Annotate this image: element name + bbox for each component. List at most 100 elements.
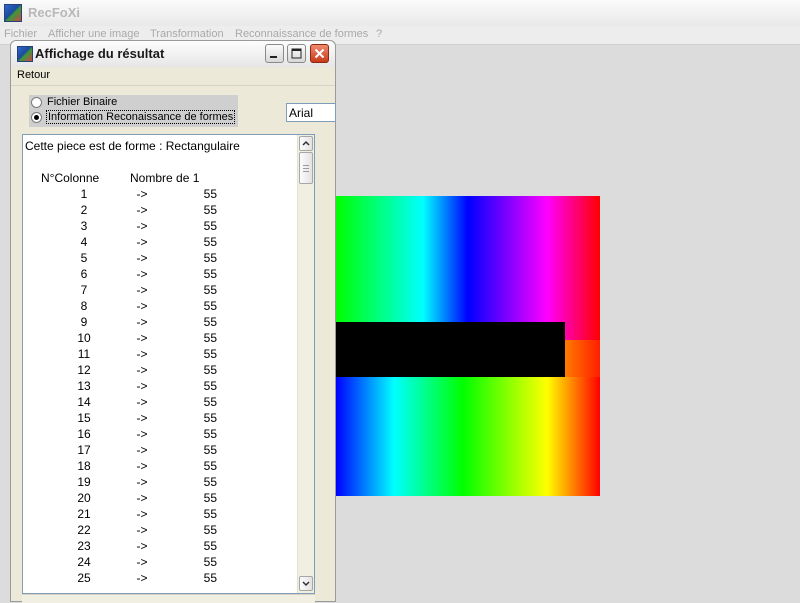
table-row: 2 -> 55 — [23, 203, 298, 219]
column-number-cell: 14 — [77, 395, 91, 409]
count-cell: 55 — [203, 571, 217, 585]
count-cell: 55 — [203, 491, 217, 505]
close-icon — [314, 48, 325, 59]
scroll-down-arrow-icon — [302, 581, 310, 587]
app-title: RecFoXi — [28, 5, 81, 20]
table-row: 7 -> 55 — [23, 283, 298, 299]
radio-button-checked[interactable] — [31, 112, 42, 123]
column-number-cell: 8 — [80, 299, 88, 313]
vertical-scrollbar[interactable] — [297, 135, 314, 593]
column-number-cell: 19 — [77, 475, 91, 489]
count-cell: 55 — [203, 539, 217, 553]
minimize-icon — [270, 56, 277, 58]
arrow-cell: -> — [136, 347, 148, 361]
menu-help[interactable]: ? — [376, 28, 382, 40]
horizontal-scrollbar[interactable] — [22, 594, 315, 603]
arrow-cell: -> — [136, 571, 148, 585]
menu-reconnaissance-de-formes[interactable]: Reconnaissance de formes — [235, 28, 368, 40]
table-row: 3 -> 55 — [23, 219, 298, 235]
arrow-cell: -> — [136, 427, 148, 441]
arrow-cell: -> — [136, 235, 148, 249]
arrow-cell: -> — [136, 203, 148, 217]
radio-information-reconnaissance[interactable]: Information Reconaissance de formes — [31, 110, 236, 126]
radio-fichier-binaire[interactable]: Fichier Binaire — [31, 96, 236, 111]
arrow-cell: -> — [136, 523, 148, 537]
table-row: 1 -> 55 — [23, 187, 298, 203]
app-titlebar: RecFoXi — [0, 0, 800, 27]
table-row: 13 -> 55 — [23, 379, 298, 395]
menu-transformation[interactable]: Transformation — [150, 28, 224, 40]
column-number-cell: 24 — [77, 555, 91, 569]
column-number-cell: 12 — [77, 363, 91, 377]
image-display — [336, 196, 600, 496]
scroll-up-arrow-icon — [302, 140, 310, 146]
result-text-area[interactable]: Cette piece est de forme : Rectangulaire… — [22, 134, 315, 594]
arrow-cell: -> — [136, 219, 148, 233]
table-row: 10 -> 55 — [23, 331, 298, 347]
arrow-cell: -> — [136, 475, 148, 489]
count-cell: 55 — [203, 267, 217, 281]
arrow-cell: -> — [136, 331, 148, 345]
table-row: 11 -> 55 — [23, 347, 298, 363]
column-number-cell: 10 — [77, 331, 91, 345]
shape-result-text: Cette piece est de forme : Rectangulaire — [25, 139, 240, 153]
arrow-cell: -> — [136, 315, 148, 329]
count-cell: 55 — [203, 459, 217, 473]
count-cell: 55 — [203, 363, 217, 377]
table-row: 25 -> 55 — [23, 571, 298, 587]
count-cell: 55 — [203, 555, 217, 569]
count-cell: 55 — [203, 347, 217, 361]
menu-afficher-une-image[interactable]: Afficher une image — [48, 28, 140, 40]
count-cell: 55 — [203, 203, 217, 217]
arrow-cell: -> — [136, 507, 148, 521]
menu-retour[interactable]: Retour — [17, 69, 50, 81]
count-cell: 55 — [203, 507, 217, 521]
result-text-content: Cette piece est de forme : Rectangulaire… — [23, 135, 298, 593]
table-row: 16 -> 55 — [23, 427, 298, 443]
column-number-cell: 18 — [77, 459, 91, 473]
table-row: 22 -> 55 — [23, 523, 298, 539]
scrollbar-thumb[interactable] — [299, 152, 313, 184]
result-window: Affichage du résultat Retour Fichier Bin… — [10, 40, 336, 603]
table-row: 24 -> 55 — [23, 555, 298, 571]
close-button[interactable] — [310, 44, 329, 63]
count-cell: 55 — [203, 411, 217, 425]
radio-button-unchecked[interactable] — [31, 97, 42, 108]
minimize-button[interactable] — [265, 44, 284, 63]
count-cell: 55 — [203, 235, 217, 249]
count-cell: 55 — [203, 187, 217, 201]
result-window-titlebar[interactable]: Affichage du résultat — [11, 41, 335, 68]
menu-fichier[interactable]: Fichier — [4, 28, 37, 40]
scroll-down-button[interactable] — [299, 576, 313, 591]
radio-selected-dot — [34, 115, 39, 120]
count-cell: 55 — [203, 443, 217, 457]
column-number-cell: 6 — [80, 267, 88, 281]
arrow-cell: -> — [136, 411, 148, 425]
count-cell: 55 — [203, 283, 217, 297]
detected-rectangle-shape — [336, 322, 565, 377]
thumb-grip-line — [303, 171, 309, 172]
maximize-button[interactable] — [287, 44, 306, 63]
count-cell: 55 — [203, 395, 217, 409]
table-row: 14 -> 55 — [23, 395, 298, 411]
table-row: 8 -> 55 — [23, 299, 298, 315]
column-number-cell: 20 — [77, 491, 91, 505]
arrow-cell: -> — [136, 267, 148, 281]
count-cell: 55 — [203, 251, 217, 265]
column-number-cell: 11 — [77, 347, 91, 361]
radio-label-information-reconnaissance: Information Reconaissance de formes — [45, 110, 236, 124]
column-number-cell: 17 — [77, 443, 91, 457]
scroll-up-button[interactable] — [299, 136, 313, 151]
table-row: 17 -> 55 — [23, 443, 298, 459]
column-number-cell: 15 — [77, 411, 91, 425]
arrow-cell: -> — [136, 379, 148, 393]
column-number-cell: 7 — [80, 283, 88, 297]
column-number-cell: 5 — [80, 251, 88, 265]
radio-label-fichier-binaire: Fichier Binaire — [47, 96, 118, 108]
result-window-title: Affichage du résultat — [35, 46, 165, 61]
arrow-cell: -> — [136, 283, 148, 297]
arrow-cell: -> — [136, 363, 148, 377]
column-number-cell: 9 — [80, 315, 88, 329]
column-number-cell: 3 — [80, 219, 88, 233]
font-selector[interactable]: Arial — [286, 103, 336, 122]
